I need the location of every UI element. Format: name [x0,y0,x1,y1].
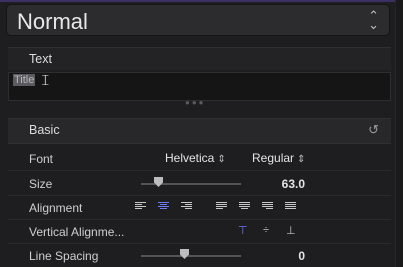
font-family-value: Helvetica [165,151,215,165]
title-text-value: Title [13,74,36,86]
size-label: Size [29,177,53,191]
alignment-label: Alignment [29,201,83,215]
window-top-accent [0,0,403,2]
font-row: Font Helvetica ⇕ Regular ⇕ [8,147,391,171]
font-family-popup[interactable]: Helvetica ⇕ [165,151,226,165]
text-section-label: Text [29,52,52,66]
align-center-icon[interactable] [158,202,169,211]
justify-right-icon[interactable] [262,202,273,211]
valign-bottom-icon[interactable]: ⊥ [286,224,296,237]
basic-section-label: Basic [29,123,60,137]
preset-dropdown[interactable]: Normal ⌃ ⌄ [6,4,390,36]
size-slider-knob[interactable] [154,177,163,187]
scrollbar[interactable] [395,0,403,267]
chevron-up-down-icon: ⇕ [297,154,306,165]
resize-grip-icon[interactable]: ●●● [185,98,206,107]
line-spacing-slider-knob[interactable] [180,249,189,259]
vertical-alignment-row: Vertical Alignme... ⊤ ÷ ⊥ [8,220,391,244]
valign-middle-icon[interactable]: ÷ [263,224,269,236]
title-text-field[interactable]: Title 𝙸 [8,72,391,101]
justify-left-icon[interactable] [216,202,227,211]
chevron-up-down-icon: ⇕ [217,154,226,165]
font-weight-popup[interactable]: Regular ⇕ [252,151,305,165]
justify-all-icon[interactable] [285,202,296,211]
chevron-up-down-icon: ⌃ ⌄ [368,8,379,32]
size-row: Size 63.0 [8,172,391,196]
preset-label: Normal [17,9,88,34]
text-cursor-icon: 𝙸 [40,72,51,89]
reset-icon[interactable]: ↺ [368,122,379,138]
valign-top-icon[interactable]: ⊤ [238,224,248,237]
line-spacing-label: Line Spacing [29,249,99,263]
line-spacing-value[interactable]: 0 [298,249,305,263]
justify-center-icon[interactable] [239,202,250,211]
text-section-header: Text [8,47,391,70]
font-weight-value: Regular [252,151,295,165]
alignment-row: Alignment [8,196,391,220]
align-left-icon[interactable] [135,202,146,211]
size-value[interactable]: 63.0 [282,177,305,191]
basic-section-header[interactable]: Basic ↺ [8,118,391,144]
line-spacing-row: Line Spacing 0 [8,244,391,267]
line-spacing-slider-track[interactable] [141,255,241,257]
font-label: Font [29,152,54,166]
vertical-alignment-label: Vertical Alignme... [29,225,125,239]
align-right-icon[interactable] [181,202,192,211]
